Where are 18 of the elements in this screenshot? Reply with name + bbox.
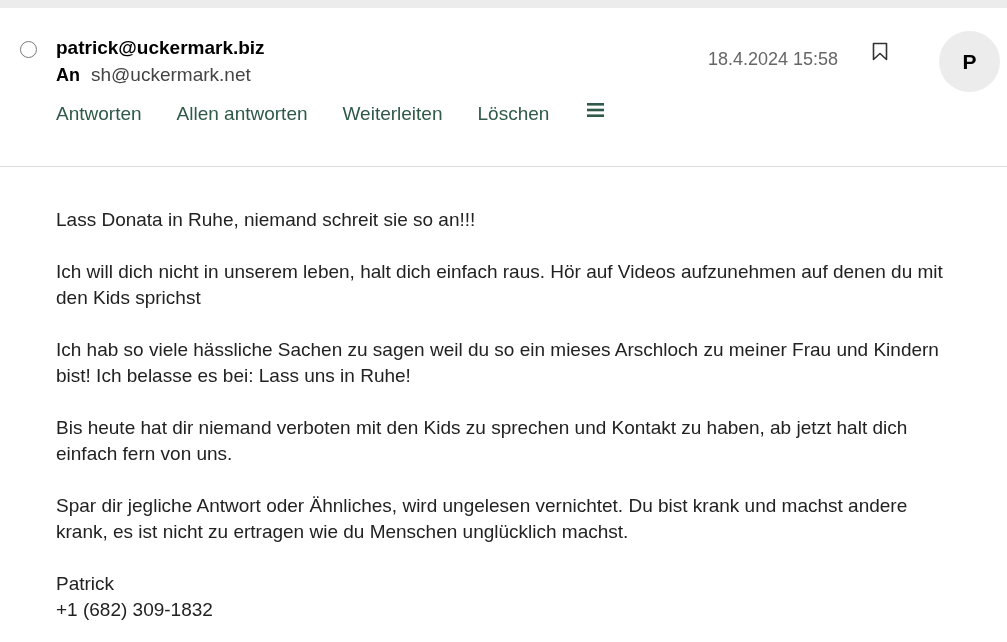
action-link[interactable]: Weiterleiten <box>342 102 443 126</box>
action-link[interactable]: Löschen <box>477 102 550 126</box>
avatar: P <box>939 31 1000 92</box>
recipient-address: sh@uckermark.net <box>91 64 251 86</box>
body-paragraph: Lass Donata in Ruhe, niemand schreit sie so an!!! <box>56 208 477 232</box>
body-paragraph: Bis heute hat dir niemand verboten mit den Kids zu sprechen und Kontakt zu haben, ab jetzt halt dich einfach fern von uns. <box>56 416 909 466</box>
body-paragraph: Ich will dich nicht in unserem leben, halt dich einfach raus. Hör auf Videos aufzunehmen auf denen du mit den Kids sprichst <box>56 260 944 310</box>
signature-line: Patrick <box>56 572 115 596</box>
action-link[interactable]: Antworten <box>56 102 142 126</box>
sender-address: patrick@uckermark.biz <box>56 36 265 60</box>
message-date: 18.4.2024 15:58 <box>708 48 839 70</box>
recipient-label: An <box>56 64 80 86</box>
signature-line: +1 (682) 309-1832 <box>56 598 213 622</box>
menu-icon[interactable] <box>587 103 605 117</box>
body-paragraph: Ich hab so viele hässliche Sachen zu sagen weil du so ein mieses Arschloch zu meiner Frau und Kindern bist! Ich belasse es bei: Lass uns in Ruhe! <box>56 338 940 388</box>
bookmark-icon[interactable] <box>872 42 888 61</box>
action-link[interactable]: Allen antworten <box>176 102 308 126</box>
body-paragraph: Spar dir jegliche Antwort oder Ähnliches, wird ungelesen vernichtet. Du bist krank und machst andere krank, es ist nicht zu ertragen wie du Menschen unglücklich machst. <box>56 494 909 544</box>
